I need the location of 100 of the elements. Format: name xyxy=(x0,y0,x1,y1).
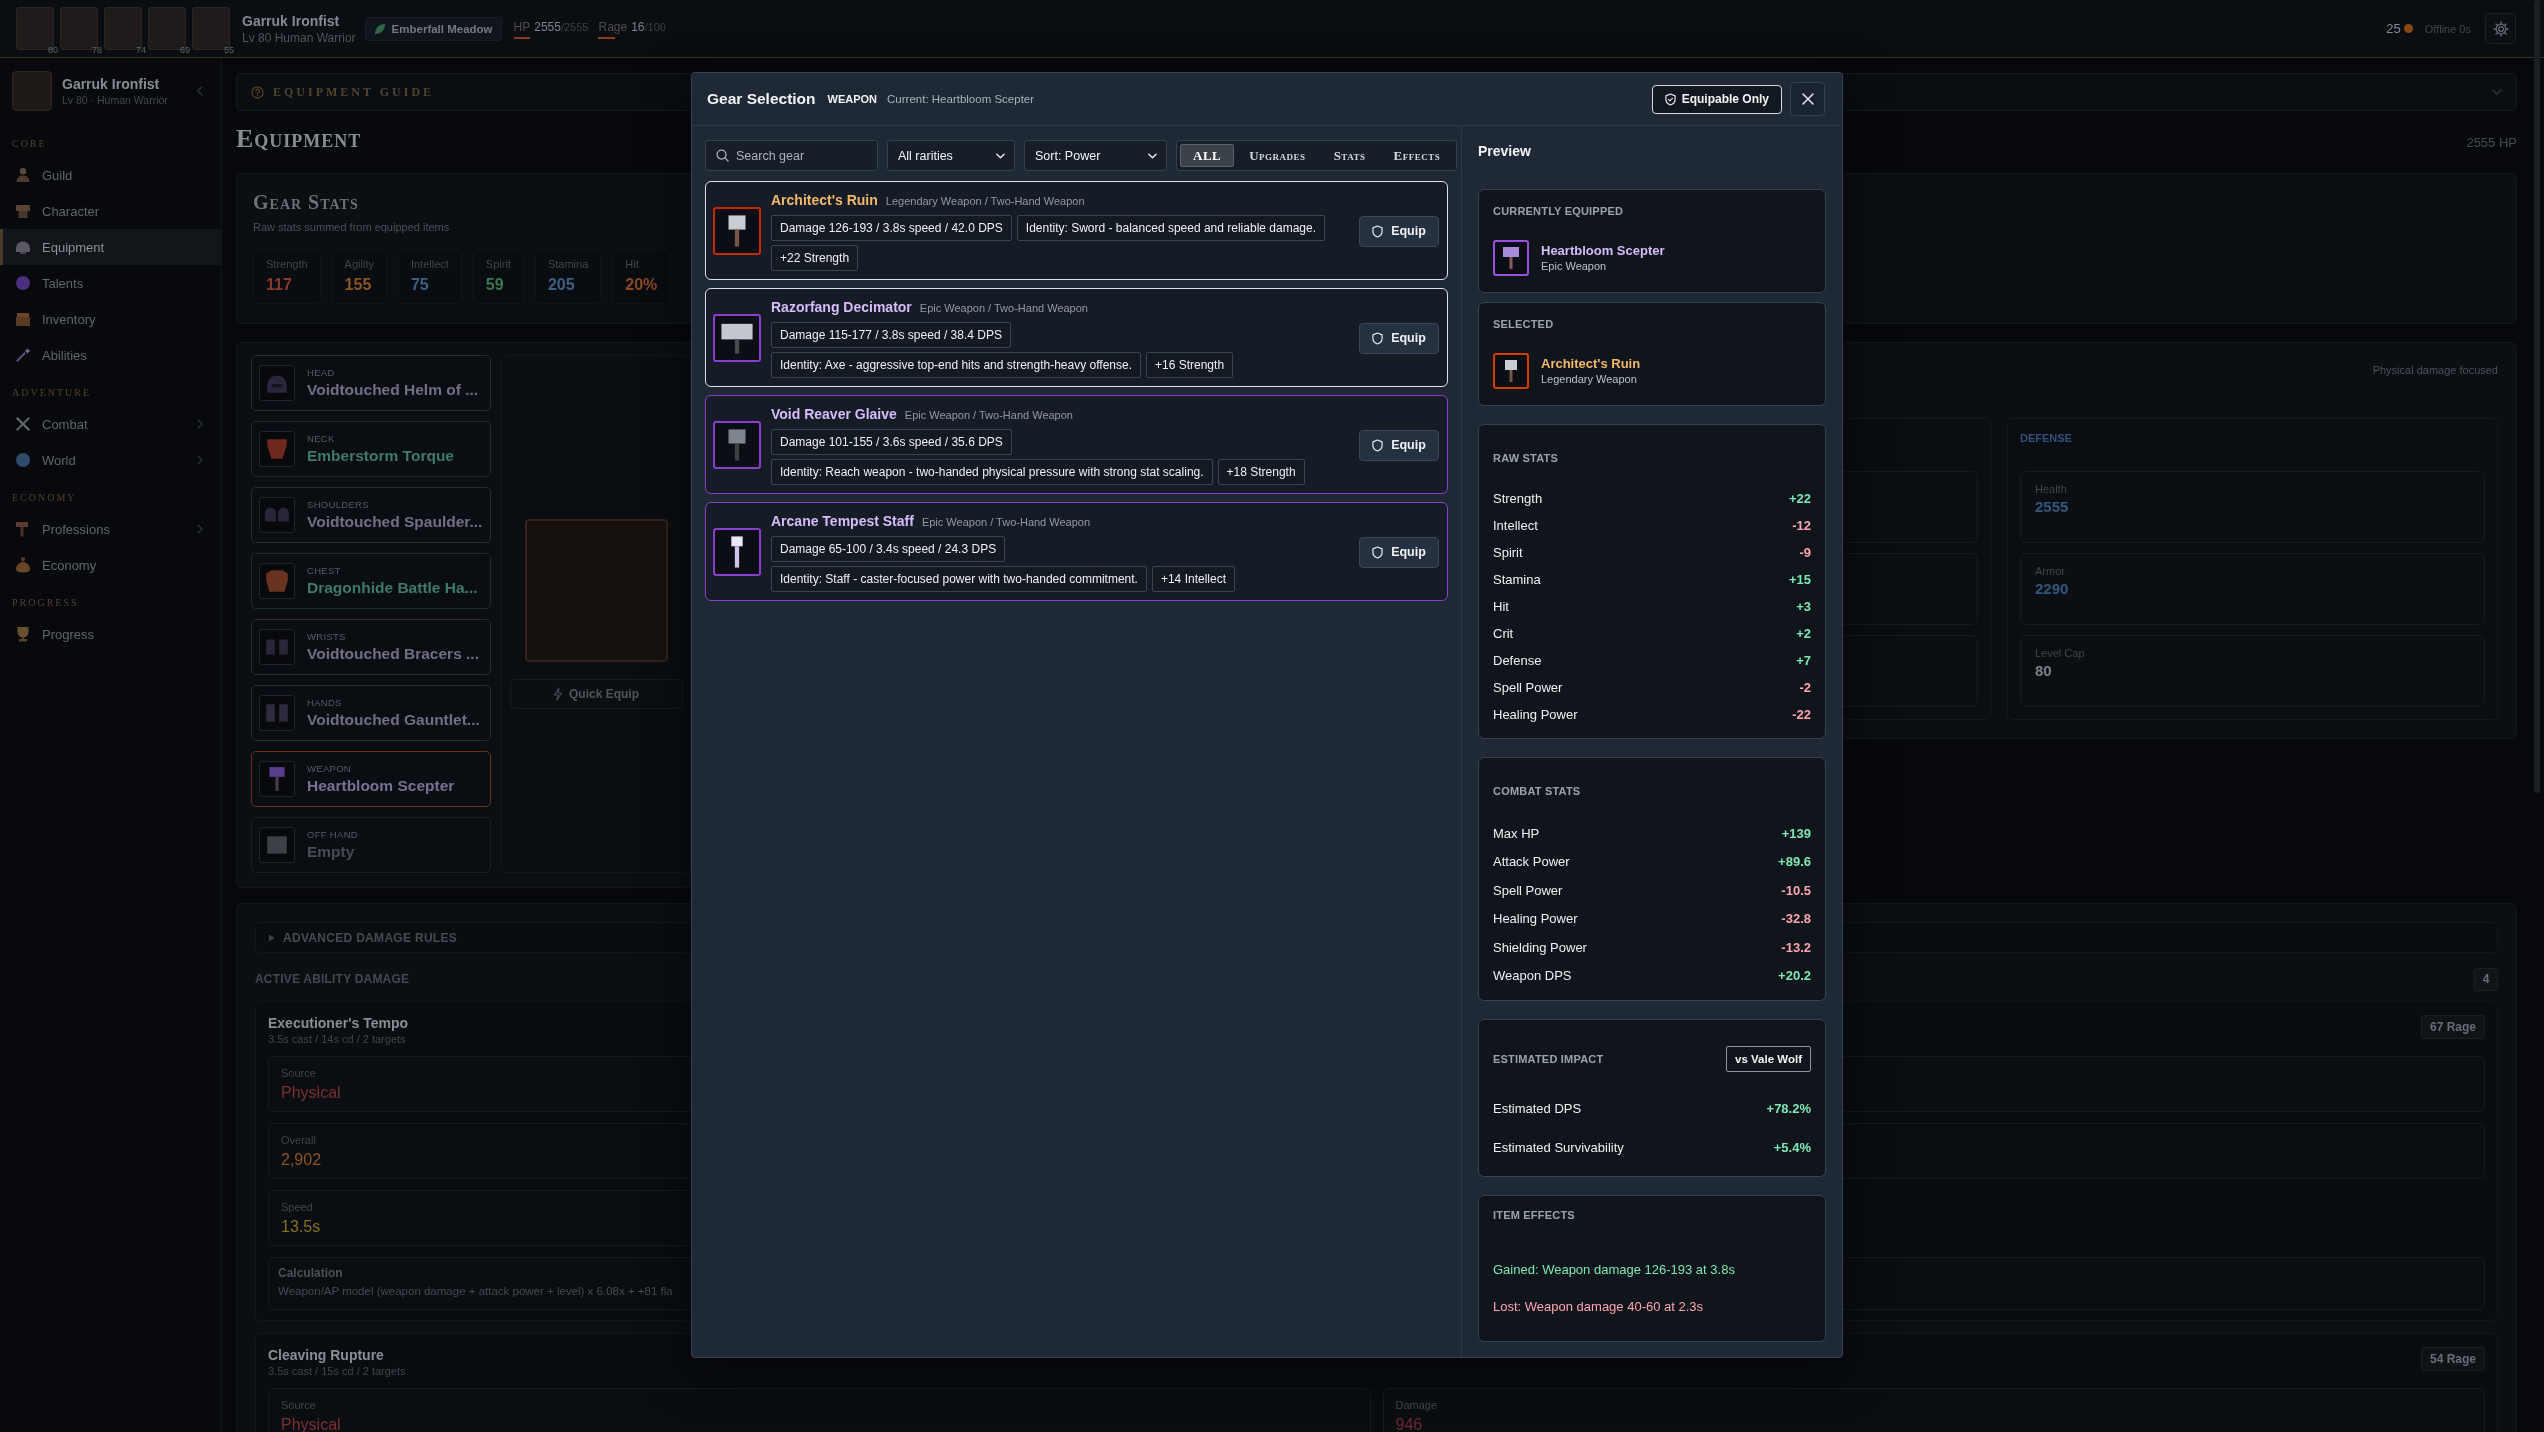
stat-change: -13.2 xyxy=(1781,939,1811,955)
equipped-item-name: Voidtouched Bracers ... xyxy=(307,643,479,664)
stat-value: 20% xyxy=(625,275,658,295)
stat-label: Armor xyxy=(2035,564,2065,578)
item-name: Architect's Ruin xyxy=(1541,356,1641,372)
item-name: Arcane Tempest Staff xyxy=(771,512,914,530)
stat-label: Stamina xyxy=(1493,572,1541,587)
stat-change: +22 xyxy=(1788,491,1811,506)
profile-subtitle: Lv 80 · Human Warrior xyxy=(62,92,168,107)
stat-change: -9 xyxy=(1799,545,1811,560)
nav-section-title: CORE xyxy=(12,137,47,151)
card-label: RAW STATS xyxy=(1493,451,1558,465)
item-tag: Identity: Reach weapon - two-handed physical pressure with strong stat scaling. xyxy=(771,459,1213,485)
stat-label: Spell Power xyxy=(1493,680,1563,695)
stat-label: Damage xyxy=(1395,1398,1438,1412)
stat-change: +139 xyxy=(1781,825,1811,841)
stat-value: 946 xyxy=(1395,1415,1423,1432)
stat-change: -10.5 xyxy=(1781,882,1811,898)
dialog-title: Gear Selection xyxy=(707,90,816,108)
item-tag: +14 Intellect xyxy=(1151,566,1235,592)
stat-change: +20.2 xyxy=(1778,968,1811,984)
stat-change: -2 xyxy=(1799,680,1811,695)
nav-section-title: ADVENTURE xyxy=(12,386,92,400)
stat-change: +2 xyxy=(1796,626,1811,641)
item-type: Legendary Weapon / Two-Hand Weapon xyxy=(885,194,1085,209)
equipped-item-name: Voidtouched Helm of ... xyxy=(307,379,479,400)
stat-label: Estimated Survivability xyxy=(1493,1140,1624,1155)
stat-label: Attack Power xyxy=(1493,854,1570,870)
card-label: ITEM EFFECTS xyxy=(1493,1208,1575,1222)
effect-text: Lost: Weapon damage 40-60 at 2.3s xyxy=(1493,1299,1704,1314)
resource-label: HP xyxy=(513,18,531,36)
card-label: COMBAT STATS xyxy=(1493,784,1581,798)
stat-value: 13.5s xyxy=(281,1217,321,1237)
stat-label: Overall xyxy=(281,1133,316,1147)
card-label: SELECTED xyxy=(1493,317,1554,331)
equipped-item-name: Voidtouched Gauntlet... xyxy=(307,709,480,730)
stat-value: 80 xyxy=(2035,661,2052,681)
stat-change: +5.4% xyxy=(1773,1140,1811,1155)
level-label: 55 xyxy=(224,45,234,55)
profile-name: Garruk Ironfist xyxy=(62,75,160,93)
equipped-item-name: Empty xyxy=(307,841,355,862)
stat-value: 75 xyxy=(410,275,429,295)
cost-badge: 54 Rage xyxy=(2420,1347,2485,1371)
slot-tag: WEAPON xyxy=(827,93,878,105)
stat-label: Strength xyxy=(1493,491,1543,506)
stat-label: Spirit xyxy=(1493,545,1523,560)
calculation-label: Calculation xyxy=(278,1266,343,1280)
stat-change: +15 xyxy=(1788,572,1811,587)
item-tag: Identity: Sword - balanced speed and reliable damage. xyxy=(1016,215,1325,241)
item-tag: +16 Strength xyxy=(1146,352,1234,378)
level-label: 74 xyxy=(136,45,146,55)
count-badge: 4 xyxy=(2474,967,2498,991)
stat-label: Hit xyxy=(625,257,639,271)
ability-meta: 3.5s cast / 14s cd / 2 targets xyxy=(268,1032,406,1046)
item-type: Epic Weapon / Two-Hand Weapon xyxy=(919,301,1088,316)
slot-label: HANDS xyxy=(307,696,342,709)
resource-value: 2555 xyxy=(534,18,561,36)
currency-count: 25 xyxy=(2386,21,2401,36)
stat-change: -12 xyxy=(1792,518,1811,533)
item-tag: Identity: Axe - aggressive top-end hits and strength-heavy offense. xyxy=(771,352,1141,378)
item-name: Architect's Ruin xyxy=(771,191,878,209)
stat-label: Defense xyxy=(1493,653,1542,668)
stat-change: +7 xyxy=(1796,653,1811,668)
ability-name: Cleaving Rupture xyxy=(268,1346,384,1364)
stat-label: Crit xyxy=(1493,626,1514,641)
stat-label: Intellect xyxy=(1493,518,1538,533)
stat-value: 155 xyxy=(344,275,372,295)
section-subtitle: Raw stats summed from equipped items xyxy=(253,220,450,234)
item-type: Epic Weapon / Two-Hand Weapon xyxy=(921,515,1091,530)
character-name: Garruk Ironfist xyxy=(242,11,340,30)
equipped-item-name: Dragonhide Battle Ha... xyxy=(307,577,478,598)
stat-label: Healing Power xyxy=(1493,707,1578,722)
stat-label: Stamina xyxy=(547,257,589,271)
nav-section-title: ECONOMY xyxy=(12,491,77,505)
stat-value: 2555 xyxy=(2035,497,2069,517)
equipped-item-name: Voidtouched Spaulder... xyxy=(307,511,483,532)
item-type: Epic Weapon xyxy=(1541,259,1607,273)
stat-change: +78.2% xyxy=(1766,1101,1811,1116)
resource-value: 16 xyxy=(631,18,645,36)
item-tag: Damage 65-100 / 3.4s speed / 24.3 DPS xyxy=(771,536,1006,562)
stat-label: Strength xyxy=(266,257,308,271)
item-type: Epic Weapon / Two-Hand Weapon xyxy=(904,408,1073,423)
slot-label: SHOULDERS xyxy=(307,498,369,511)
hp-summary: 2555 HP xyxy=(2466,135,2517,150)
stat-value: 2290 xyxy=(2035,579,2069,599)
resource-label: Rage xyxy=(598,18,628,36)
page-title: Equipment xyxy=(236,125,362,153)
item-name: Void Reaver Glaive xyxy=(771,405,897,423)
equipped-item-name: Emberstorm Torque xyxy=(307,445,454,466)
slot-label: CHEST xyxy=(307,564,341,577)
slot-label: WRISTS xyxy=(307,630,346,643)
stat-value: 59 xyxy=(485,275,504,295)
slot-label: NECK xyxy=(307,432,335,445)
slot-label: OFF HAND xyxy=(307,828,358,841)
stat-value: 117 xyxy=(266,275,292,295)
level-label: 78 xyxy=(92,45,102,55)
card-label: CURRENTLY EQUIPPED xyxy=(1493,204,1624,218)
current-item-label: Current: Heartbloom Scepter xyxy=(887,93,1035,105)
stat-value: 205 xyxy=(547,275,575,295)
item-name: Heartbloom Scepter xyxy=(1541,243,1665,259)
